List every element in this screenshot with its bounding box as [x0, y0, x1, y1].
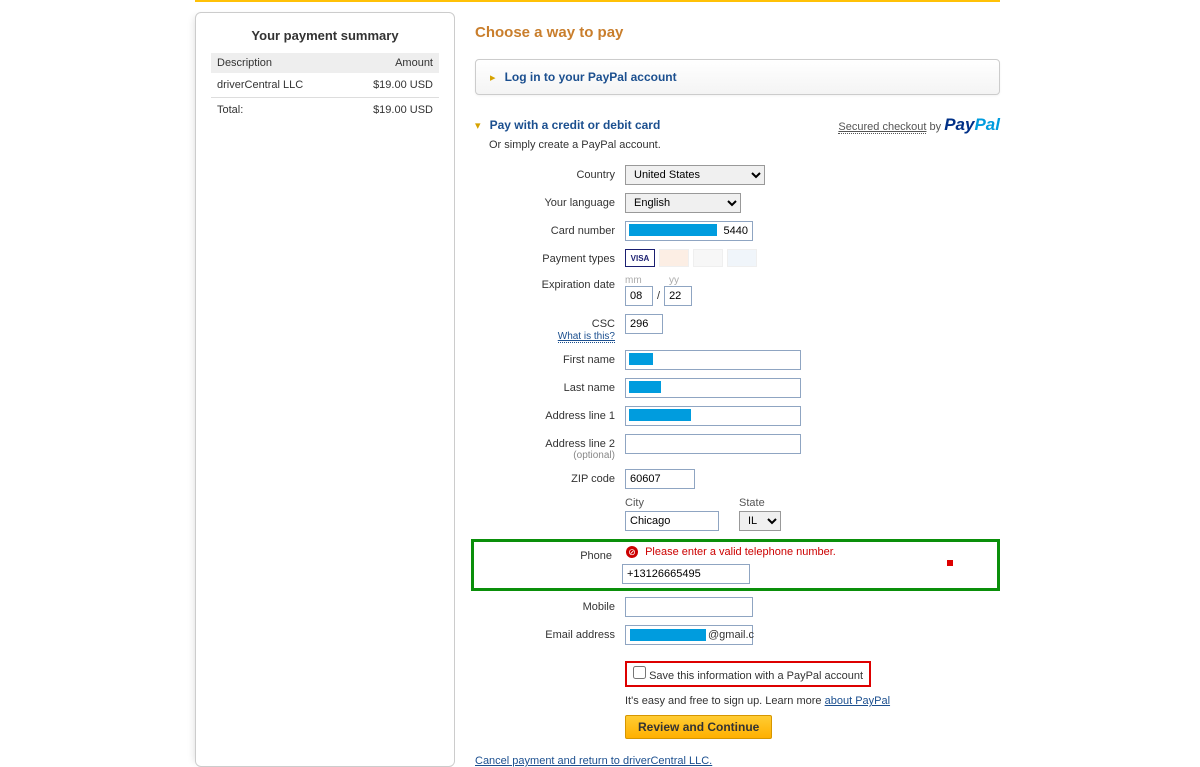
payment-types-label: Payment types — [475, 249, 625, 265]
total-row: Total: $19.00 USD — [211, 98, 439, 123]
csc-label: CSC What is this? — [475, 314, 625, 342]
addr2-label: Address line 2 (optional) — [475, 434, 625, 461]
country-label: Country — [475, 165, 625, 181]
phone-error-section: Phone ⊘ Please enter a valid telephone n… — [471, 539, 1000, 591]
zip-label: ZIP code — [475, 469, 625, 485]
secured-badge: Secured checkout by PayPal — [838, 115, 1000, 135]
mobile-label: Mobile — [475, 597, 625, 613]
save-info-checkbox[interactable] — [633, 666, 646, 679]
card-subtitle: Or simply create a PayPal account. — [489, 139, 1000, 151]
login-link[interactable]: Log in to your PayPal account — [505, 70, 677, 84]
table-row: driverCentral LLC $19.00 USD — [211, 73, 439, 98]
email-label: Email address — [475, 625, 625, 641]
payment-summary-panel: Your payment summary Description Amount … — [195, 12, 455, 767]
card-title[interactable]: Pay with a credit or debit card — [490, 118, 661, 132]
card-section: Pay with a credit or debit card Secured … — [475, 115, 1000, 739]
language-select[interactable]: English — [625, 193, 741, 213]
error-icon: ⊘ — [626, 546, 638, 558]
exp-year-input[interactable] — [664, 286, 692, 306]
exp-month-input[interactable] — [625, 286, 653, 306]
total-amount: $19.00 USD — [343, 98, 439, 123]
csc-input[interactable] — [625, 314, 663, 334]
zip-input[interactable] — [625, 469, 695, 489]
phone-label: Phone — [480, 546, 622, 562]
addr1-label: Address line 1 — [475, 406, 625, 422]
addr2-input[interactable] — [625, 434, 801, 454]
review-continue-button[interactable]: Review and Continue — [625, 715, 772, 739]
state-select[interactable]: IL — [739, 511, 781, 531]
cancel-link[interactable]: Cancel payment and return to driverCentr… — [475, 755, 1000, 767]
red-marker — [947, 560, 953, 566]
cardnum-label: Card number — [475, 221, 625, 237]
card-logos: VISA — [625, 249, 1000, 267]
first-name-label: First name — [475, 350, 625, 366]
main-panel: Choose a way to pay Log in to your PayPa… — [475, 12, 1000, 767]
amex-icon — [727, 249, 757, 267]
visa-icon: VISA — [625, 249, 655, 267]
summary-table: Description Amount driverCentral LLC $19… — [211, 53, 439, 122]
summary-title: Your payment summary — [211, 28, 439, 43]
email-input[interactable]: @gmail.c — [625, 625, 753, 645]
mastercard-icon — [659, 249, 689, 267]
info-text: It's easy and free to sign up. Learn mor… — [625, 695, 1000, 707]
merchant-name: driverCentral LLC — [211, 73, 343, 98]
state-label: State — [739, 497, 781, 509]
city-input[interactable] — [625, 511, 719, 531]
mobile-input[interactable] — [625, 597, 753, 617]
discover-icon — [693, 249, 723, 267]
amount-header: Amount — [343, 53, 439, 73]
chevron-right-icon — [490, 72, 502, 84]
login-box[interactable]: Log in to your PayPal account — [475, 59, 1000, 95]
save-info-highlight: Save this information with a PayPal acco… — [625, 661, 871, 687]
save-info-label: Save this information with a PayPal acco… — [649, 670, 863, 682]
phone-error-text: Please enter a valid telephone number. — [645, 546, 836, 558]
paypal-logo: PayPal — [944, 115, 1000, 134]
merchant-amount: $19.00 USD — [343, 73, 439, 98]
about-paypal-link[interactable]: about PayPal — [825, 695, 890, 707]
language-label: Your language — [475, 193, 625, 209]
desc-header: Description — [211, 53, 343, 73]
country-select[interactable]: United States — [625, 165, 765, 185]
chevron-down-icon — [475, 120, 487, 132]
what-is-this-link[interactable]: What is this? — [558, 331, 615, 343]
choose-title: Choose a way to pay — [475, 24, 1000, 41]
exp-label: Expiration date — [475, 275, 625, 291]
total-label: Total: — [211, 98, 343, 123]
phone-input[interactable] — [622, 564, 750, 584]
city-label: City — [625, 497, 719, 509]
last-name-label: Last name — [475, 378, 625, 394]
